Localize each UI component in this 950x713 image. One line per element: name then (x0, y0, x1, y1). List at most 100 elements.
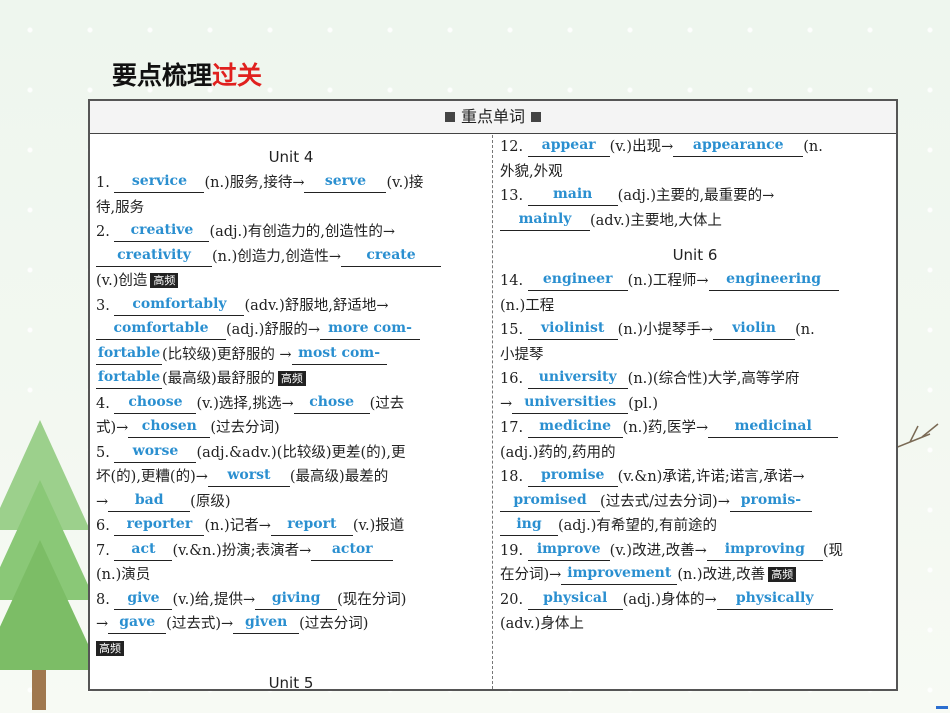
entry-text: (现 (822, 542, 843, 559)
vocab-entry-continued: (adj.)药的,药用的 (500, 444, 616, 461)
card-header-label: 重点单词 (460, 107, 525, 126)
card-header: 重点单词 (90, 101, 896, 134)
answer-blank: gave (108, 613, 167, 634)
entry-text: (最高级)最舒服的 (162, 371, 275, 387)
column-divider (492, 135, 493, 689)
vocabulary-card: 重点单词 Unit 4 1. service (n.)服务,接待→ serve (v.… (88, 99, 898, 691)
entry-text: (最高级)最差的 (289, 469, 389, 485)
answer-blank: appear (527, 136, 610, 157)
vocab-entry-continued: creativity (n.)创造力,创造性→ create (96, 245, 486, 270)
vocab-entry-continued: (adv.)身体上 (500, 616, 584, 632)
entry-text: 14. (500, 273, 524, 289)
entry-text: (v.)报道 (352, 518, 405, 534)
entry-text: 6. (96, 518, 110, 534)
entry-text: (pl.) (628, 395, 658, 412)
entry-text: 12. (500, 139, 524, 155)
answer-blank: giving (255, 589, 338, 610)
entry-text: 13. (500, 188, 524, 204)
vocab-entry-continued: 在分词)→ improvement (n.)改进,改善 高频 (500, 563, 890, 588)
vocab-entry: 12. appear (v.)出现→ appearance (n. (500, 135, 890, 160)
vocab-entry-continued: mainly (adv.)主要地,大体上 (500, 209, 890, 234)
vocab-entry-continued: 小提琴 (500, 346, 544, 363)
entry-text: (n.)记者→ (204, 518, 271, 534)
vocab-entry-continued: comfortable (adj.)舒服的→ more com- (96, 318, 486, 343)
answer-blank: worse (114, 442, 197, 463)
vocab-entry: 19. improve (v.)改进,改善→ improving (现 (500, 539, 890, 564)
answer-blank: improve (527, 540, 610, 561)
vocab-entry: 20. physical (adj.)身体的→ physically (500, 588, 890, 613)
vocab-entry-continued: 坏(的),更糟(的)→ worst (最高级)最差的 (96, 465, 486, 490)
answer-blank: service (114, 172, 205, 193)
answer-blank: chosen (128, 417, 211, 438)
entry-text: (过去 (369, 395, 405, 412)
entry-text: (过去式)→ (166, 616, 234, 632)
vocab-entry: 15. violinist (n.)小提琴手→ violin (n. (500, 318, 890, 343)
entry-text: → (96, 616, 109, 632)
entry-text: (n.)改进,改善 (677, 567, 766, 583)
entry-text: (原级) (190, 493, 231, 510)
entry-text: 7. (96, 542, 110, 559)
entry-text: (adj.&adv.)(比较级)更差(的),更 (196, 444, 406, 461)
answer-blank: reporter (114, 515, 205, 536)
vocab-entry-continued: 待,服务 (96, 199, 145, 216)
entry-text: (n. (803, 139, 823, 155)
answer-blank: act (114, 540, 173, 561)
answer-blank: given (233, 613, 300, 634)
entry-text: 5. (96, 444, 110, 461)
answer-blank: ing (500, 515, 558, 536)
entry-text: 19. (500, 542, 524, 559)
entry-text: 4. (96, 395, 110, 412)
answer-blank: creativity (96, 246, 212, 267)
entry-text: → (500, 395, 513, 412)
answer-blank: choose (114, 393, 197, 414)
vocab-entry: 16. university (n.)(综合性)大学,高等学府 (500, 367, 890, 392)
entry-text: (adj.)主要的,最重要的→ (617, 188, 775, 204)
vocab-entry: 18. promise (v.&n)承诺,许诺;诺言,承诺→ (500, 465, 890, 490)
vocab-entry-continued: (v.)创造 高频 (96, 269, 486, 294)
left-column: Unit 4 1. service (n.)服务,接待→ serve (v.)接 待,… (96, 135, 486, 689)
high-frequency-badge: 高频 (768, 567, 797, 582)
vocab-entry: 1. service (n.)服务,接待→ serve (v.)接 (96, 171, 486, 196)
answer-blank: create (341, 246, 442, 267)
entry-text: 17. (500, 420, 524, 436)
corner-accent (936, 706, 948, 709)
answer-blank: fortable (96, 368, 162, 389)
answer-blank: mainly (500, 210, 590, 231)
entry-text: (n.)服务,接待→ (204, 175, 305, 191)
entry-text: (adj.)有创造力的,创造性的→ (209, 224, 396, 240)
entry-text: (n.)小提琴手→ (617, 322, 714, 338)
vocab-entry: 7. act (v.&n.)扮演;表演者→ actor (96, 539, 486, 564)
entry-text: (n. (795, 322, 815, 338)
answer-blank: engineering (708, 270, 839, 291)
vocab-entry-continued: → bad (原级) (96, 490, 486, 515)
vocab-entry: 13. main (adj.)主要的,最重要的→ (500, 184, 890, 209)
entry-text: (adj.)舒服的→ (226, 322, 320, 338)
entry-text: (adv.)主要地,大体上 (590, 212, 722, 229)
vocab-entry-continued: promised (过去式/过去分词)→ promis- (500, 490, 890, 515)
vocab-entry: 6. reporter (n.)记者→ report (v.)报道 (96, 514, 486, 539)
unit-heading: Unit 6 (672, 246, 718, 264)
entry-text: (v.)选择,挑选→ (196, 395, 294, 412)
entry-text: (v.)给,提供→ (172, 591, 256, 608)
entry-text: (v.)接 (386, 175, 424, 191)
entry-text: (n.)创造力,创造性→ (212, 248, 342, 265)
answer-blank: report (270, 515, 353, 536)
entry-text: (v.)创造 (96, 273, 148, 289)
answer-blank: promised (500, 491, 600, 512)
entry-text: 3. (96, 297, 110, 314)
entry-text: 15. (500, 322, 524, 338)
answer-blank: university (527, 368, 628, 389)
vocab-entry-continued: 外貌,外观 (500, 163, 563, 180)
twig-decoration (890, 423, 939, 451)
vocab-entry: 8. give (v.)给,提供→ giving (现在分词) (96, 588, 486, 613)
answer-blank: chose (293, 393, 370, 414)
square-bullet-icon (531, 112, 541, 122)
entry-text: (n.)(综合性)大学,高等学府 (627, 371, 800, 387)
entry-text: 式)→ (96, 420, 129, 436)
entry-text: (adj.)身体的→ (622, 591, 717, 608)
answer-blank: violinist (527, 319, 618, 340)
answer-blank: violin (713, 319, 796, 340)
entry-text: 8. (96, 591, 110, 608)
entry-text: 1. (96, 175, 110, 191)
answer-blank: more com- (320, 319, 420, 340)
